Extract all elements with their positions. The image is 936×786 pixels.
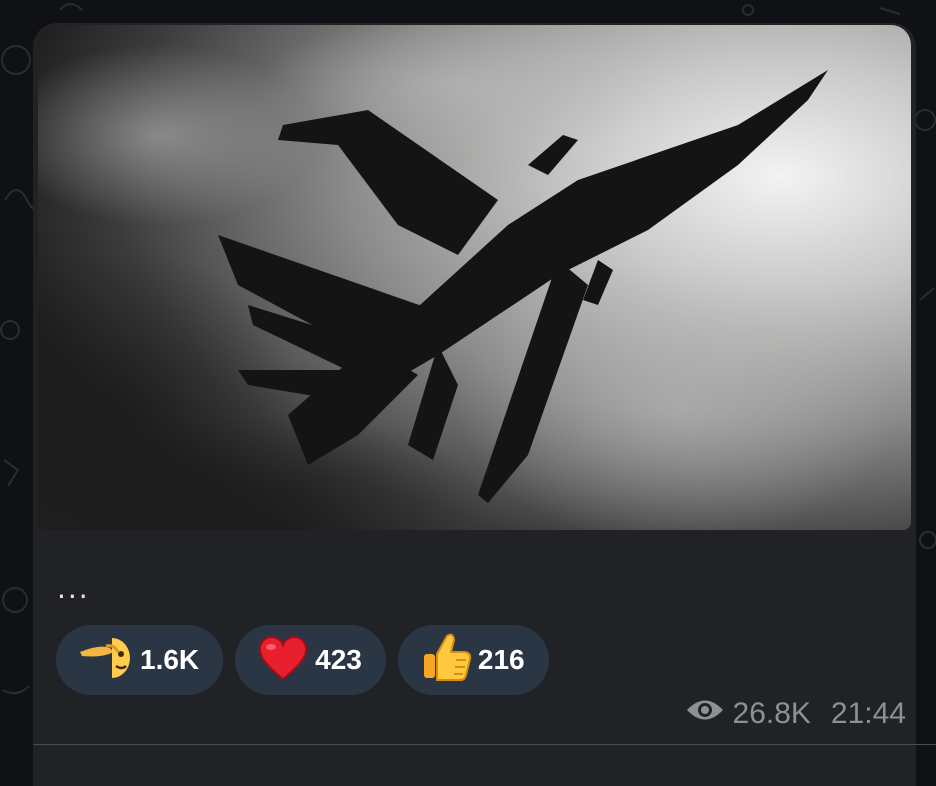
divider	[33, 744, 936, 745]
message-photo[interactable]	[38, 25, 911, 530]
message-meta: 26.8K 21:44	[685, 697, 906, 731]
message-time: 21:44	[830, 697, 906, 730]
red-heart-emoji-icon	[257, 633, 309, 688]
jet-silhouette-photo	[38, 25, 911, 530]
eye-icon	[685, 697, 725, 731]
reaction-count: 1.6K	[140, 644, 200, 675]
saluting-face-emoji-icon	[78, 632, 134, 689]
reaction-count: 216	[477, 644, 525, 675]
reaction-thumbs-up[interactable]: 216	[397, 625, 549, 695]
view-count: 26.8K	[732, 697, 811, 730]
message-caption: ...	[57, 572, 90, 605]
reactions-bar: 1.6K 423 216	[56, 625, 549, 695]
reaction-salute[interactable]: 1.6K	[56, 625, 224, 695]
reaction-heart[interactable]: 423	[235, 625, 386, 695]
message-bubble: ... 1.6K 423 216	[33, 23, 916, 786]
thumbs-up-emoji-icon	[420, 630, 472, 691]
reaction-count: 423	[315, 644, 362, 675]
